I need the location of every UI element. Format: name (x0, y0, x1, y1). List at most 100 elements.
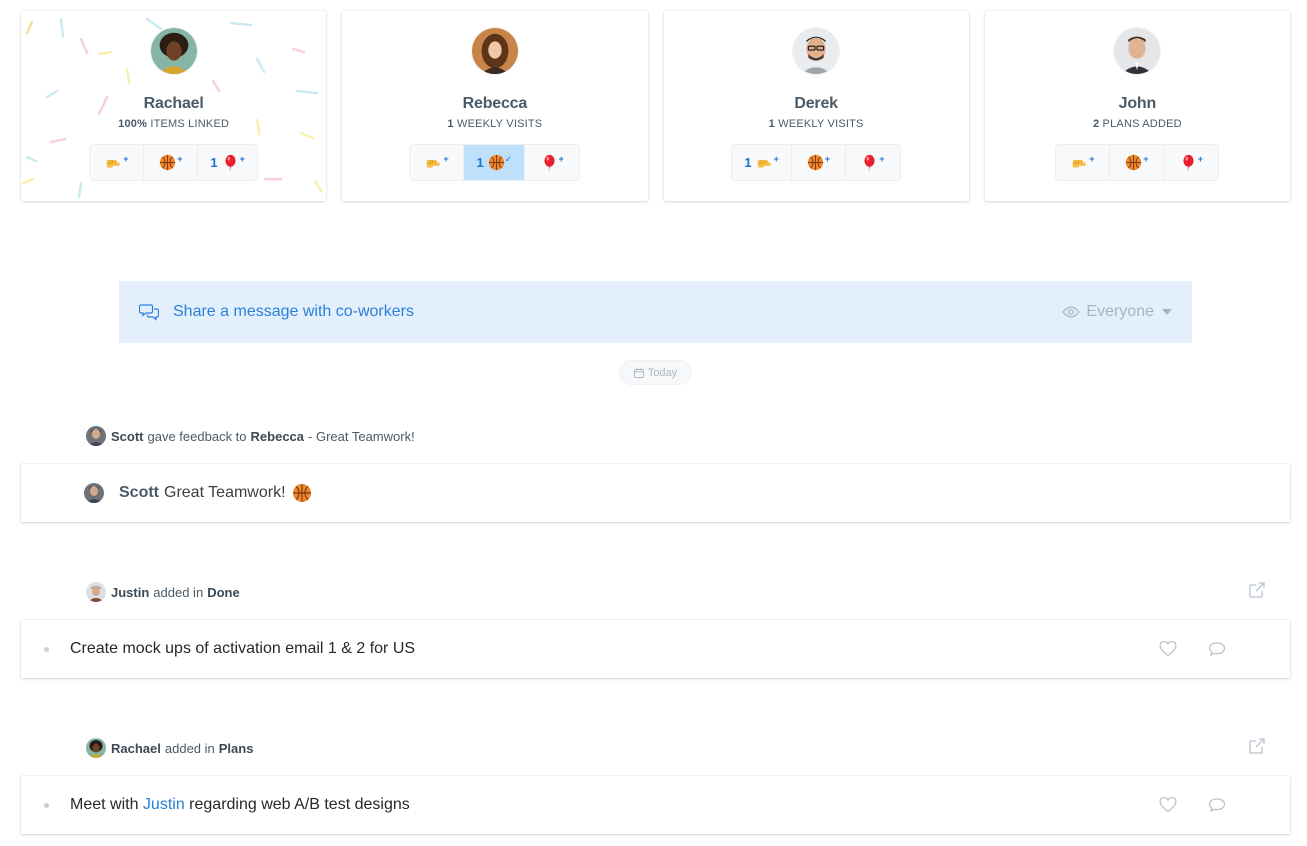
share-message-bar[interactable]: Share a message with co-workers Everyone (119, 281, 1192, 343)
reaction-basketball[interactable]: + (144, 145, 199, 180)
reaction-bar: + + 1 + (89, 144, 258, 181)
reaction-balloon[interactable]: + (846, 145, 900, 180)
reaction-fist-bump[interactable]: 1 + (732, 145, 792, 180)
person-card-john[interactable]: John 2 PLANS ADDED + + + (984, 11, 1290, 201)
avatar[interactable] (86, 738, 106, 758)
date-label: Today (647, 366, 678, 379)
heart-icon[interactable] (1159, 641, 1177, 657)
list-name[interactable]: Done (207, 585, 240, 600)
plus-icon: + (443, 154, 449, 164)
person-card-derek[interactable]: Derek 1 WEEKLY VISITS 1 + + + (663, 11, 969, 201)
list-name[interactable]: Plans (219, 741, 254, 756)
external-link-icon[interactable] (1248, 581, 1266, 599)
balloon-icon (222, 154, 239, 171)
reaction-balloon[interactable]: + (1164, 145, 1218, 180)
people-cards: Rachael 100% ITEMS LINKED + + 1 + Rebecca… (21, 11, 1290, 201)
plus-icon: + (1143, 154, 1149, 164)
fist-bump-icon (756, 154, 773, 171)
reaction-bar: 1 + + + (731, 144, 901, 181)
bullet-dot (44, 646, 49, 652)
author-name[interactable]: Scott (111, 429, 144, 444)
feedback-card[interactable]: Scott Great Teamwork! (21, 464, 1290, 522)
fist-bump-icon (425, 154, 442, 171)
person-card-rebecca[interactable]: Rebecca 1 WEEKLY VISITS + 1 ✓ + (342, 11, 648, 201)
reaction-count: 1 (476, 155, 484, 170)
caret-down-icon (1162, 309, 1172, 315)
reaction-count: 1 (744, 155, 752, 170)
basketball-icon (807, 154, 824, 171)
person-name: Rachael (143, 95, 204, 112)
calendar-icon (633, 367, 644, 378)
reaction-basketball[interactable]: 1 ✓ (464, 145, 526, 180)
audience-label: Everyone (1086, 303, 1154, 320)
task-actions (1159, 641, 1226, 657)
heart-icon[interactable] (1159, 797, 1177, 813)
reaction-balloon[interactable]: 1 + (198, 145, 257, 180)
share-placeholder[interactable]: Share a message with co-workers (173, 303, 1062, 321)
fist-bump-icon (105, 154, 122, 171)
date-divider: Today (619, 360, 692, 385)
external-link-icon[interactable] (1248, 737, 1266, 755)
reaction-fist-bump[interactable]: + (1056, 145, 1111, 180)
check-icon: ✓ (504, 153, 513, 164)
person-name: John (1118, 95, 1157, 112)
author-name[interactable]: Scott (119, 484, 159, 502)
basketball-icon (159, 154, 176, 171)
plus-icon: + (1197, 154, 1203, 164)
task-actions (1159, 797, 1226, 813)
person-stat: 1 WEEKLY VISITS (447, 118, 543, 130)
avatar[interactable] (149, 27, 198, 75)
reaction-basketball[interactable]: + (1110, 145, 1165, 180)
reaction-basketball[interactable]: + (792, 145, 846, 180)
avatar[interactable] (84, 483, 104, 503)
basketball-icon (1125, 154, 1142, 171)
person-name: Derek (794, 95, 838, 112)
reaction-balloon[interactable]: + (525, 145, 579, 180)
comment-icon[interactable] (1208, 641, 1226, 657)
task-card[interactable]: Create mock ups of activation email 1 & … (21, 620, 1290, 678)
plus-icon: + (773, 154, 779, 164)
comment-icon[interactable] (1208, 797, 1226, 813)
feed-item-header: Scott gave feedback to Rebecca - Great Team… (86, 426, 419, 446)
reaction-fist-bump[interactable]: + (90, 145, 145, 180)
fist-bump-icon (1071, 154, 1088, 171)
task-card[interactable]: Meet with Justin regarding web A/B test … (21, 776, 1290, 834)
plus-icon: + (824, 154, 830, 164)
person-stat: 1 WEEKLY VISITS (768, 118, 864, 130)
person-name: Rebecca (462, 95, 528, 112)
task-text[interactable]: Meet with Justin regarding web A/B test … (70, 796, 1159, 814)
reaction-bar: + + + (1055, 144, 1220, 181)
target-name[interactable]: Rebecca (251, 429, 304, 444)
basketball-icon (292, 483, 312, 503)
author-name[interactable]: Rachael (111, 741, 161, 756)
reaction-fist-bump[interactable]: + (410, 145, 465, 180)
mention-link[interactable]: Justin (143, 796, 185, 813)
avatar[interactable] (86, 582, 106, 602)
plus-icon: + (177, 154, 183, 164)
plus-icon: + (879, 154, 885, 164)
author-name[interactable]: Justin (111, 585, 149, 600)
audience-dropdown[interactable]: Everyone (1062, 303, 1172, 321)
balloon-icon (541, 154, 558, 171)
chat-bubbles-icon (139, 304, 159, 321)
plus-icon: + (1089, 154, 1095, 164)
feed-item-header: Rachael added in Plans (86, 738, 253, 758)
person-stat: 100% ITEMS LINKED (118, 118, 230, 130)
avatar[interactable] (86, 426, 106, 446)
avatar[interactable] (470, 27, 519, 75)
plus-icon: + (239, 154, 245, 164)
avatar[interactable] (1113, 27, 1162, 75)
reaction-bar: + 1 ✓ + (409, 144, 581, 181)
plus-icon: + (558, 154, 564, 164)
balloon-icon (861, 154, 878, 171)
task-text[interactable]: Create mock ups of activation email 1 & … (70, 640, 1159, 658)
person-card-rachael[interactable]: Rachael 100% ITEMS LINKED + + 1 + (21, 11, 327, 201)
balloon-icon (1180, 154, 1197, 171)
bullet-dot (44, 802, 49, 808)
avatar[interactable] (792, 27, 841, 75)
eye-icon (1062, 306, 1081, 318)
reaction-count: 1 (210, 155, 218, 170)
feed-item-header: Justin added in Done (86, 582, 240, 602)
basketball-icon (488, 154, 505, 171)
person-stat: 2 PLANS ADDED (1092, 118, 1182, 130)
